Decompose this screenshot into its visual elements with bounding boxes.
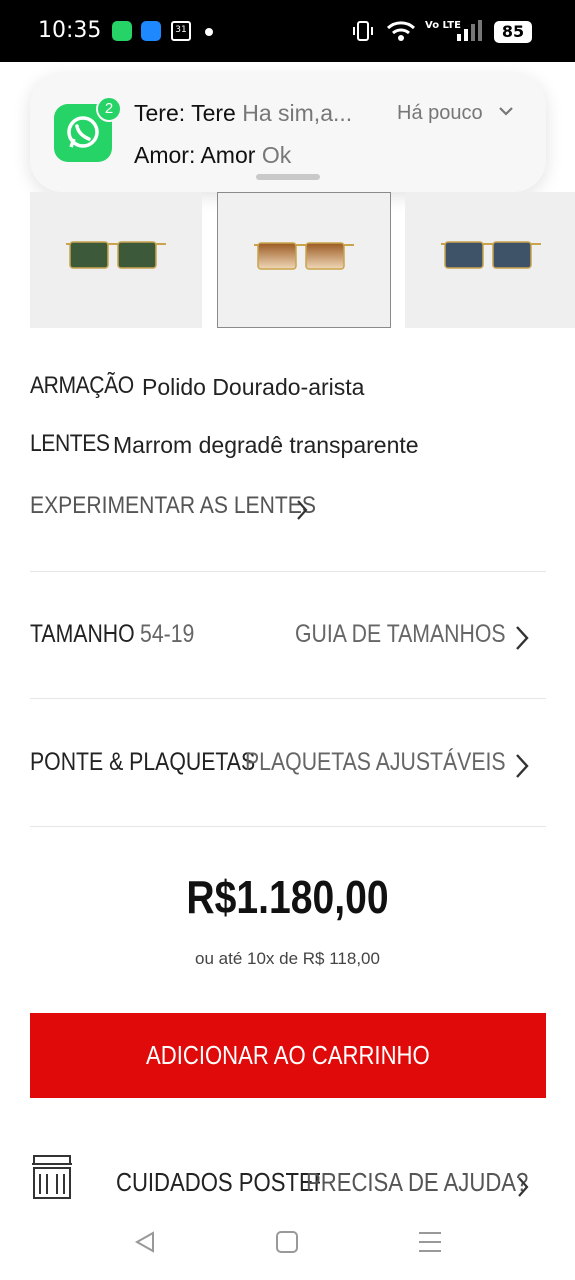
notification-line-1: Tere: Tere Ha sim,a... [134,100,352,127]
vibrate-icon [353,21,373,41]
sunglasses-icon [66,241,166,269]
whatsapp-icon [112,21,132,41]
wifi-icon [386,21,416,41]
messenger-icon [141,21,161,41]
size-label: TAMANHO [30,620,135,648]
notification-message: Ha sim,a... [242,100,353,126]
frame-label: ARMAÇÃO [30,372,134,399]
installment-info: ou até 10x de R$ 118,00 [195,949,380,968]
system-nav-bar [0,1204,575,1280]
add-to-cart-label: ADICIONAR AO CARRINHO [146,1040,430,1070]
care-section-link[interactable]: CUIDADOS POSTERI [116,1167,320,1198]
divider [30,571,546,572]
store-icon [32,1155,72,1199]
try-lenses-link[interactable]: EXPERIMENTAR AS LENTES [30,492,316,520]
notification-sender: Amor: Amor [134,142,256,168]
divider [30,698,546,699]
clock: 10:35 [38,18,102,43]
bridge-label: PONTE & PLAQUETAS [30,748,256,776]
calendar-icon: 31 [171,21,191,41]
notification-count-badge: 2 [96,96,122,122]
add-to-cart-button[interactable]: ADICIONAR AO CARRINHO [30,1013,546,1098]
notification-time: Há pouco [397,102,483,124]
help-link[interactable]: PRECISA DE AJUDA? [306,1167,528,1198]
chevron-right-icon[interactable] [514,624,530,652]
sunglasses-icon [441,241,541,269]
notification-banner[interactable]: 2 Tere: Tere Ha sim,a... Há pouco Amor: … [30,74,546,192]
notification-line-2: Amor: Amor Ok [134,142,291,169]
size-value: 54-19 [140,620,195,648]
lens-label: LENTES [30,430,110,457]
sunglasses-icon [254,242,354,270]
recent-apps-icon[interactable] [418,1230,442,1254]
more-notifications-dot-icon [205,28,213,36]
bridge-value[interactable]: PLAQUETAS AJUSTÁVEIS [245,748,506,777]
home-icon[interactable] [276,1231,298,1253]
signal-icon [457,20,482,41]
chevron-down-icon[interactable] [498,104,514,118]
product-price: R$1.180,00 [186,871,389,923]
color-variant-thumbnail-selected[interactable] [217,192,391,328]
color-variant-thumbnail[interactable] [405,192,575,328]
size-guide-link[interactable]: GUIA DE TAMANHOS [295,620,506,649]
divider [30,826,546,827]
chevron-right-icon[interactable] [295,499,309,521]
back-icon[interactable] [133,1230,157,1254]
drag-handle[interactable] [256,174,320,180]
status-bar: 10:35 31 Vo LTE 85 [0,0,575,62]
chevron-right-icon[interactable] [516,1176,530,1198]
notification-sender: Tere: Tere [134,100,236,126]
frame-value: Polido Dourado-arista [142,374,365,400]
lens-value: Marrom degradê transparente [113,432,419,458]
chevron-right-icon[interactable] [514,752,530,780]
battery-indicator: 85 [494,21,532,43]
notification-message: Ok [261,142,292,168]
color-variant-thumbnail[interactable] [30,192,202,328]
